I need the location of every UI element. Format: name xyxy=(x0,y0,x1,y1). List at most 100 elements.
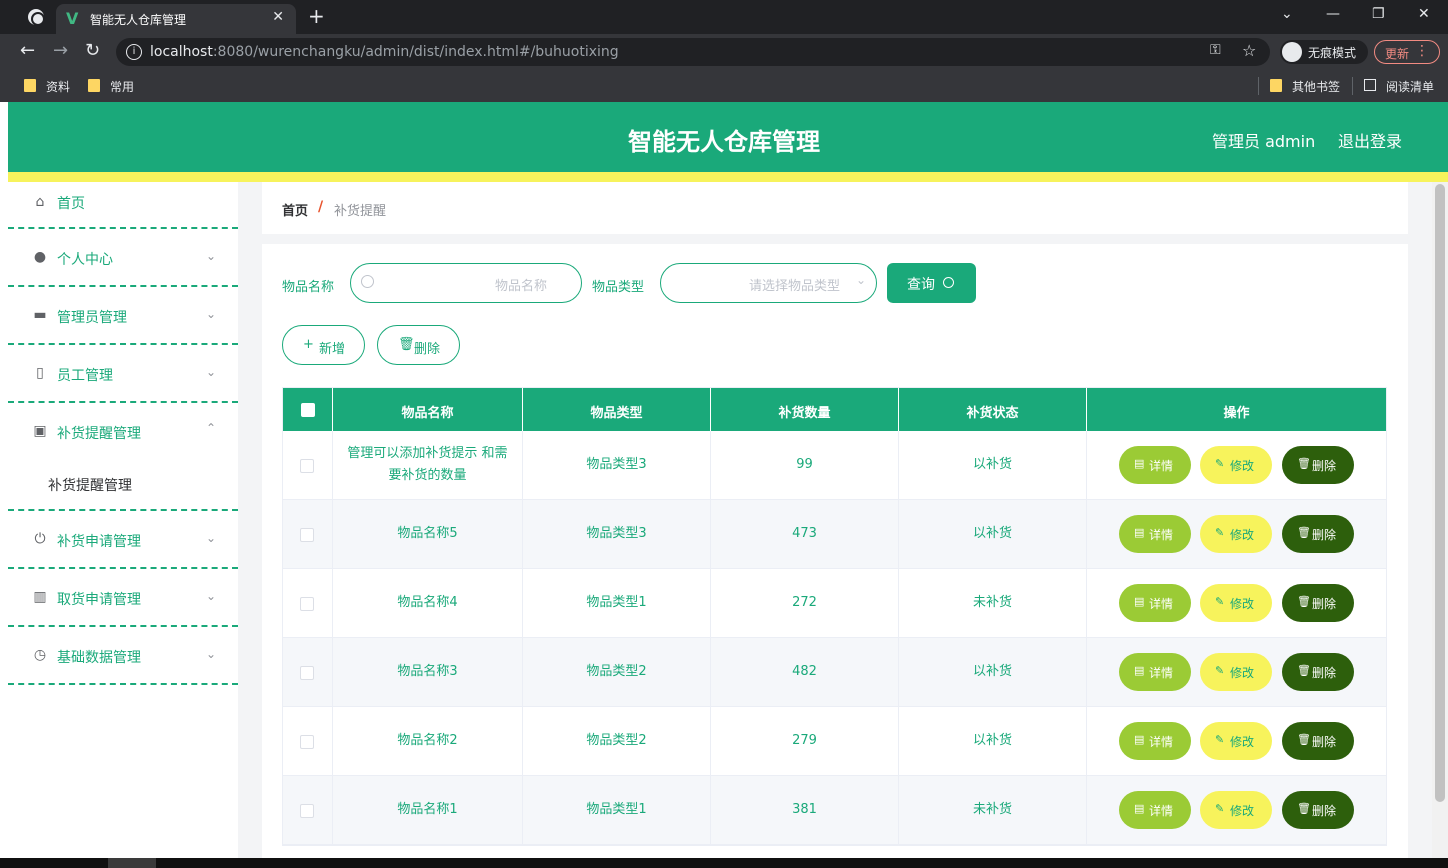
table-row: 物品名称3 物品类型2 482 以补货 ▤ 详情 ✎ 修改 🗑 删除 xyxy=(283,638,1386,707)
detail-button[interactable]: ▤ 详情 xyxy=(1119,722,1191,760)
row-checkbox[interactable] xyxy=(300,528,314,542)
sidebar-item-admin-management[interactable]: ▬ 管理员管理 ⌄ xyxy=(8,287,238,345)
cell-status: 以补货 xyxy=(899,638,1087,706)
column-header-type[interactable]: 物品类型 xyxy=(523,388,711,431)
edit-button[interactable]: ✎ 修改 xyxy=(1200,446,1272,484)
delete-button[interactable]: 🗑 删除 xyxy=(1282,653,1354,691)
cell-name-text: 物品名称3 xyxy=(397,664,458,679)
header-accent-bar xyxy=(8,172,1448,182)
document-icon: ▤ xyxy=(1134,595,1145,608)
globe-icon[interactable] xyxy=(28,9,45,26)
cell-type-text: 物品类型1 xyxy=(586,802,647,817)
sidebar-item-base-data[interactable]: ◷ 基础数据管理 ⌄ xyxy=(8,627,238,685)
add-button[interactable]: + 新增 xyxy=(282,325,365,365)
cell-type: 物品类型2 xyxy=(523,707,711,775)
scrollbar[interactable] xyxy=(1432,182,1448,868)
detail-button[interactable]: ▤ 详情 xyxy=(1119,584,1191,622)
delete-button[interactable]: 🗑 删除 xyxy=(1282,584,1354,622)
select-all-checkbox[interactable] xyxy=(301,403,315,417)
detail-button[interactable]: ▤ 详情 xyxy=(1119,446,1191,484)
chevron-down-icon: ⌄ xyxy=(205,307,216,321)
browser-tab[interactable]: V 智能无人仓库管理 ✕ xyxy=(56,4,296,34)
row-checkbox[interactable] xyxy=(300,735,314,749)
edit-button[interactable]: ✎ 修改 xyxy=(1200,722,1272,760)
bookmark-separator xyxy=(1352,77,1353,95)
pencil-icon: ✎ xyxy=(1215,802,1225,815)
delete-button[interactable]: 🗑 删除 xyxy=(1282,446,1354,484)
trash-icon: 🗑 xyxy=(1297,595,1311,608)
cell-status-text: 未补货 xyxy=(972,595,1012,610)
breadcrumb-home[interactable]: 首页 xyxy=(282,200,308,219)
submenu-restock-reminder[interactable]: 补货提醒管理 xyxy=(48,475,132,495)
batch-delete-button[interactable]: 🗑 删除 xyxy=(377,325,460,365)
column-header-name[interactable]: 物品名称 xyxy=(333,388,523,431)
header-select-all-cell xyxy=(283,388,333,431)
trash-icon: 🗑 xyxy=(1297,733,1311,746)
reload-icon[interactable]: ↻ xyxy=(85,40,100,61)
sidebar-item-home[interactable]: ⌂ 首页 xyxy=(8,182,238,229)
row-checkbox[interactable] xyxy=(300,804,314,818)
document-icon: ▤ xyxy=(1134,526,1145,539)
row-select-cell xyxy=(283,638,333,706)
incognito-indicator[interactable]: 无痕模式 xyxy=(1280,40,1368,64)
cell-name: 物品名称3 xyxy=(333,638,523,706)
new-tab-button[interactable]: + xyxy=(308,5,325,27)
row-checkbox[interactable] xyxy=(300,666,314,680)
forward-arrow-icon[interactable]: → xyxy=(53,40,68,61)
delete-button[interactable]: 🗑 删除 xyxy=(1282,791,1354,829)
address-bar[interactable]: i localhost:8080/wurenchangku/admin/dist… xyxy=(116,38,1270,66)
taskbar-item[interactable] xyxy=(108,858,156,868)
info-icon[interactable]: i xyxy=(126,44,142,60)
edit-button-label: 修改 xyxy=(1230,459,1255,473)
edit-button[interactable]: ✎ 修改 xyxy=(1200,515,1272,553)
bookmark-star-icon[interactable]: ☆ xyxy=(1242,41,1256,60)
search-icon xyxy=(943,277,954,288)
key-icon[interactable]: ⚿ xyxy=(1210,42,1221,58)
edit-button[interactable]: ✎ 修改 xyxy=(1200,584,1272,622)
column-header-status[interactable]: 补货状态 xyxy=(899,388,1087,431)
sidebar-item-pickup-request[interactable]: ▥ 取货申请管理 ⌄ xyxy=(8,569,238,627)
breadcrumb-current: 补货提醒 xyxy=(334,204,387,219)
close-window-icon[interactable]: ✕ xyxy=(1418,6,1430,22)
delete-button[interactable]: 🗑 删除 xyxy=(1282,515,1354,553)
edit-button[interactable]: ✎ 修改 xyxy=(1200,791,1272,829)
cell-quantity: 99 xyxy=(711,431,899,499)
row-checkbox[interactable] xyxy=(300,597,314,611)
home-icon: ⌂ xyxy=(35,194,45,210)
vue-logo-icon: V xyxy=(66,9,79,28)
column-header-quantity[interactable]: 补货数量 xyxy=(711,388,899,431)
app-title: 智能无人仓库管理 xyxy=(628,128,820,156)
maximize-icon[interactable]: ❐ xyxy=(1372,6,1385,22)
type-select[interactable]: 请选择物品类型 ⌄ xyxy=(660,263,877,303)
logout-button[interactable]: 退出登录 xyxy=(1338,128,1402,152)
detail-button[interactable]: ▤ 详情 xyxy=(1119,791,1191,829)
detail-button-label: 详情 xyxy=(1149,528,1174,542)
minimize-icon[interactable]: — xyxy=(1326,6,1340,22)
sidebar-item-personal-center[interactable]: ● 个人中心 ⌄ xyxy=(8,229,238,287)
query-button[interactable]: 查询 xyxy=(887,263,976,303)
sidebar-item-restock-reminder[interactable]: ▣ 补货提醒管理 ⌃ 补货提醒管理 xyxy=(8,403,238,511)
edit-button[interactable]: ✎ 修改 xyxy=(1200,653,1272,691)
cell-type: 物品类型3 xyxy=(523,431,711,499)
trash-icon: 🗑 xyxy=(398,337,415,352)
row-select-cell xyxy=(283,569,333,637)
row-checkbox[interactable] xyxy=(300,459,314,473)
delete-button-label: 删除 xyxy=(1312,597,1337,611)
name-search-input[interactable]: 物品名称 xyxy=(350,263,582,303)
detail-button[interactable]: ▤ 详情 xyxy=(1119,515,1191,553)
scrollbar-thumb[interactable] xyxy=(1435,184,1445,802)
chevron-down-icon: ⌄ xyxy=(205,365,216,379)
sidebar-item-staff-management[interactable]: ▯ 员工管理 ⌄ xyxy=(8,345,238,403)
trash-icon: 🗑 xyxy=(1297,664,1311,677)
detail-button[interactable]: ▤ 详情 xyxy=(1119,653,1191,691)
cell-quantity-text: 279 xyxy=(792,733,817,748)
cell-status-text: 以补货 xyxy=(972,457,1012,472)
delete-button[interactable]: 🗑 删除 xyxy=(1282,722,1354,760)
cell-actions: ▤ 详情 ✎ 修改 🗑 删除 xyxy=(1087,707,1386,775)
back-arrow-icon[interactable]: ← xyxy=(20,40,35,61)
close-tab-icon[interactable]: ✕ xyxy=(272,9,284,25)
cell-status: 未补货 xyxy=(899,776,1087,844)
sidebar-item-restock-request[interactable]: ⏻ 补货申请管理 ⌄ xyxy=(8,511,238,569)
update-button[interactable]: 更新 ⋮ xyxy=(1374,40,1440,64)
tab-search-icon[interactable]: ⌄ xyxy=(1281,6,1293,22)
